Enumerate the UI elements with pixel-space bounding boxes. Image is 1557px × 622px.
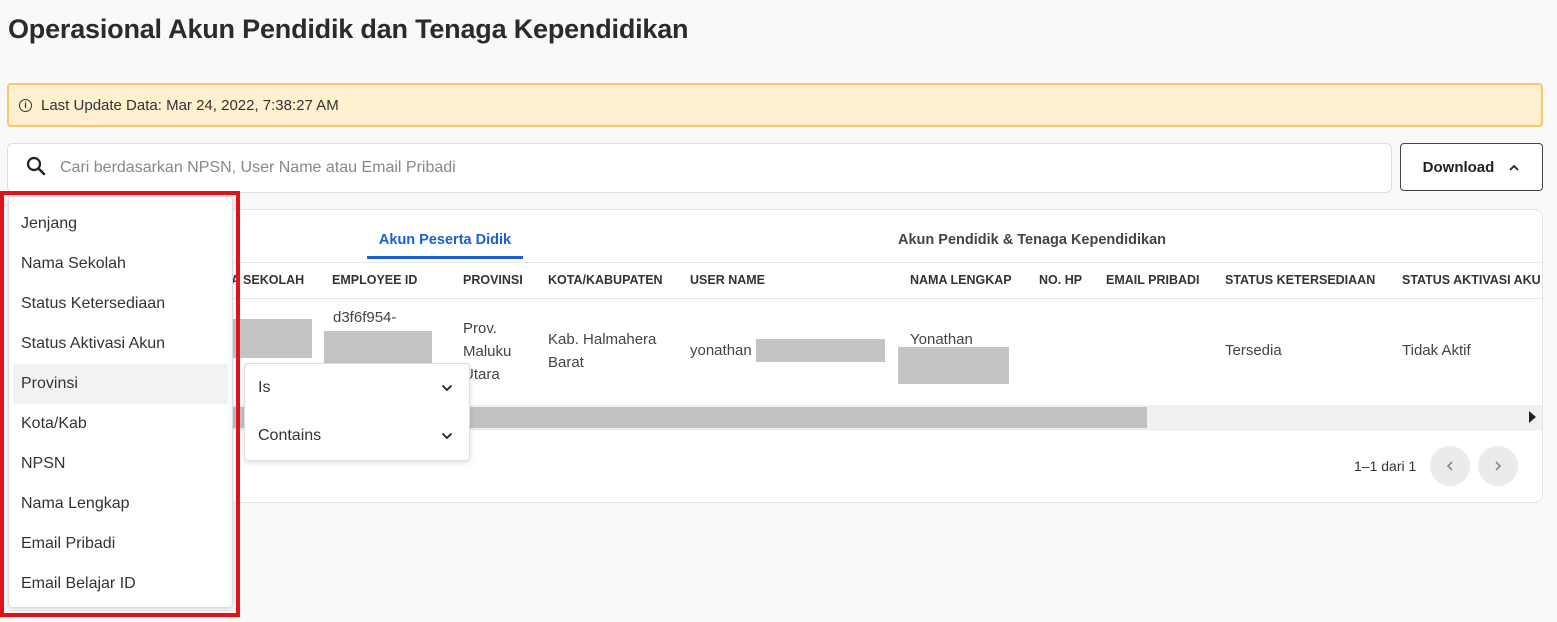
col-user-name[interactable]: USER NAME — [690, 273, 765, 287]
filter-item-provinsi[interactable]: Provinsi — [13, 364, 228, 404]
col-email-pribadi[interactable]: EMAIL PRIBADI — [1106, 273, 1200, 287]
chevron-down-icon — [441, 384, 453, 392]
page-title: Operasional Akun Pendidik dan Tenaga Kep… — [8, 14, 689, 44]
alert-text: Last Update Data: Mar 24, 2022, 7:38:27 … — [41, 96, 339, 114]
operator-contains[interactable]: Contains — [245, 412, 469, 460]
search-icon — [26, 156, 46, 181]
cell-employee-id: d3f6f954- — [333, 309, 397, 326]
pagination-text: 1–1 dari 1 — [1354, 458, 1417, 474]
chevron-up-icon — [1508, 159, 1520, 176]
search-input[interactable] — [60, 159, 1360, 177]
col-nama-sekolah[interactable]: A SEKOLAH — [231, 273, 304, 287]
col-no-hp[interactable]: NO. HP — [1039, 273, 1082, 287]
redacted-nama-lengkap — [898, 347, 1009, 384]
filter-column-menu: Jenjang Nama Sekolah Status Ketersediaan… — [8, 196, 233, 608]
operator-is-label: Is — [258, 379, 271, 396]
col-status-ketersediaan[interactable]: STATUS KETERSEDIAAN — [1225, 273, 1375, 287]
filter-item-npsn[interactable]: NPSN — [13, 444, 228, 484]
chevron-right-icon — [1495, 461, 1502, 471]
download-button[interactable]: Download — [1400, 143, 1543, 191]
tab-akun-peserta-didik[interactable]: Akun Peserta Didik — [367, 232, 523, 259]
filter-item-nama-lengkap[interactable]: Nama Lengkap — [13, 484, 228, 524]
redacted-school-name — [231, 319, 312, 358]
col-provinsi[interactable]: PROVINSI — [463, 273, 523, 287]
next-page-button[interactable] — [1478, 446, 1518, 486]
chevron-left-icon — [1446, 461, 1453, 471]
chevron-down-icon — [441, 432, 453, 440]
operator-contains-label: Contains — [258, 427, 322, 444]
col-nama-lengkap[interactable]: NAMA LENGKAP — [910, 273, 1012, 287]
operator-is[interactable]: Is — [245, 364, 469, 412]
cell-status-ketersediaan: Tersedia — [1225, 342, 1282, 359]
scroll-right-arrow-icon[interactable] — [1529, 411, 1536, 423]
filter-item-status-ketersediaan[interactable]: Status Ketersediaan — [13, 284, 228, 324]
filter-item-jenjang[interactable]: Jenjang — [13, 204, 228, 244]
filter-item-email-pribadi[interactable]: Email Pribadi — [13, 524, 228, 564]
filter-operator-submenu: Is Contains — [244, 363, 470, 461]
cell-kota-line1: Kab. Halmahera — [548, 331, 657, 348]
filter-item-nama-sekolah[interactable]: Nama Sekolah — [13, 244, 228, 284]
col-kota-kabupaten[interactable]: KOTA/KABUPATEN — [548, 273, 663, 287]
filter-item-email-belajar-id[interactable]: Email Belajar ID — [13, 564, 228, 604]
redacted-employee-id — [324, 331, 432, 364]
cell-provinsi-line2: Maluku — [463, 343, 512, 360]
table-header: A SEKOLAH EMPLOYEE ID PROVINSI KOTA/KABU… — [9, 262, 1542, 299]
col-employee-id[interactable]: EMPLOYEE ID — [332, 273, 417, 287]
download-label: Download — [1422, 158, 1495, 176]
cell-kota-line2: Barat — [548, 354, 584, 371]
redacted-user-name — [756, 339, 885, 362]
cell-status-aktivasi: Tidak Aktif — [1402, 342, 1471, 359]
info-icon: i — [19, 98, 32, 112]
filter-item-kota-kab[interactable]: Kota/Kab — [13, 404, 228, 444]
prev-page-button[interactable] — [1430, 446, 1470, 486]
horizontal-scrollbar[interactable] — [9, 405, 1542, 430]
accounts-card: Akun Peserta Didik Akun Pendidik & Tenag… — [8, 209, 1543, 503]
cell-user-name: yonathan — [690, 342, 752, 359]
cell-provinsi-line1: Prov. — [463, 320, 497, 337]
col-status-aktivasi[interactable]: STATUS AKTIVASI AKU — [1402, 273, 1541, 287]
tab-akun-pendidik[interactable]: Akun Pendidik & Tenaga Kependidikan — [898, 232, 1166, 248]
filter-item-status-aktivasi-akun[interactable]: Status Aktivasi Akun — [13, 324, 228, 364]
last-update-alert: i Last Update Data: Mar 24, 2022, 7:38:2… — [7, 83, 1543, 127]
search-bar[interactable] — [7, 143, 1392, 193]
